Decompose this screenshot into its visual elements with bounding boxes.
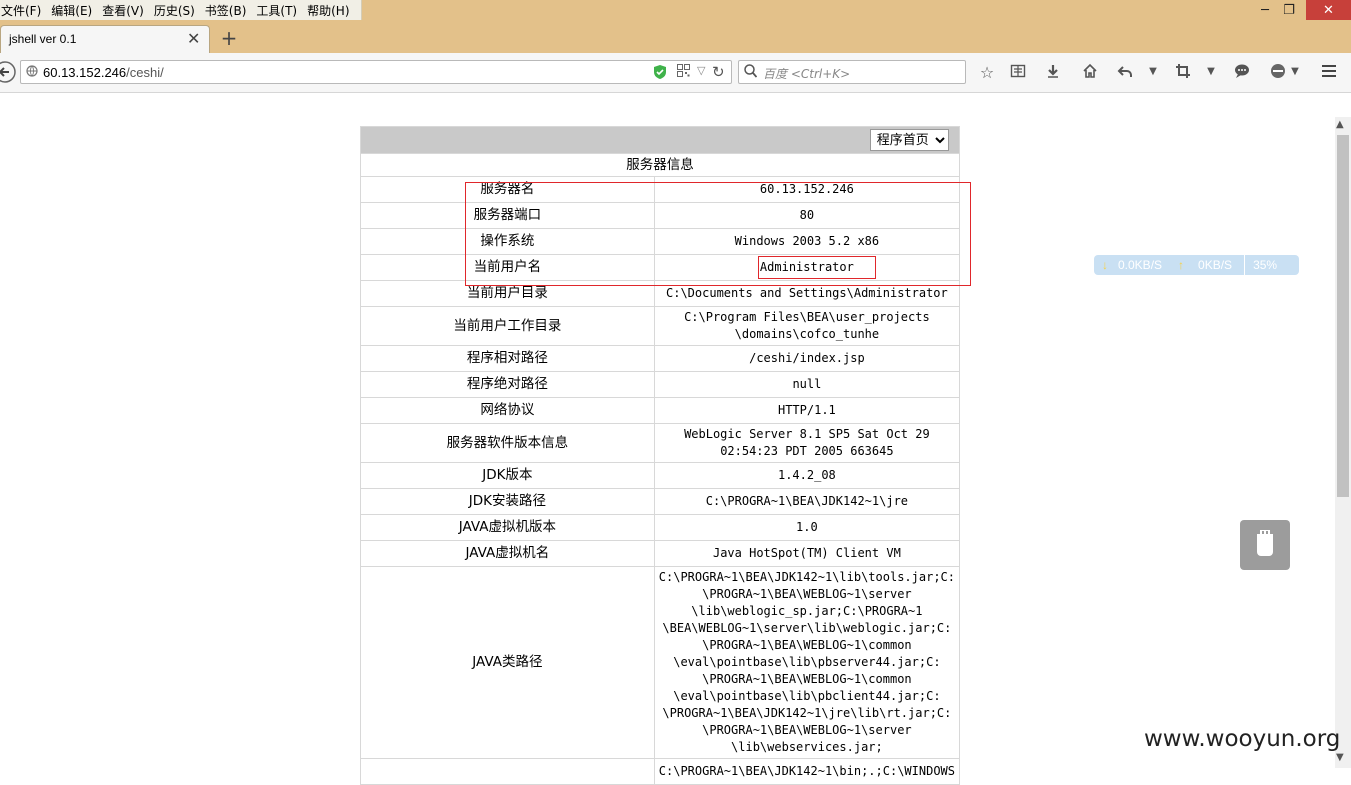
row-value: /ceshi/index.jsp: [653, 345, 961, 372]
table-header-row: 程序首页: [360, 126, 960, 154]
username-highlight-box: [758, 256, 876, 279]
url-bar[interactable]: 60.13.152.246/ceshi/ ▽ ↻: [20, 60, 732, 84]
qr-code-icon[interactable]: [677, 64, 690, 81]
row-label: JAVA类路径: [360, 566, 655, 759]
reader-list-icon[interactable]: [1007, 63, 1029, 83]
menu-item[interactable]: 帮助(H): [302, 2, 354, 19]
menu-item[interactable]: 工具(T): [251, 2, 302, 19]
reload-icon[interactable]: ↻: [712, 63, 725, 81]
table-title-row: 服务器信息: [360, 153, 960, 177]
row-label: JDK版本: [360, 462, 655, 489]
close-window-button[interactable]: ✕: [1306, 0, 1351, 20]
header-cell: 程序首页: [360, 126, 960, 154]
search-placeholder: 百度 <Ctrl+K>: [763, 67, 851, 81]
menu-bar: 文件(F) 编辑(E) 查看(V) 历史(S) 书签(B) 工具(T) 帮助(H): [0, 0, 362, 20]
usb-drive-icon: [1257, 530, 1273, 556]
row-value: C:\PROGRA~1\BEA\JDK142~1\lib\tools.jar;C…: [653, 566, 961, 759]
undo-dropdown-icon[interactable]: ▼: [1142, 66, 1164, 77]
menu-item[interactable]: 编辑(E): [46, 2, 97, 19]
row-value: 1.0: [653, 514, 961, 541]
section-title: 服务器信息: [360, 153, 960, 177]
url-host: 60.13.152.246: [43, 65, 127, 80]
row-value: Java HotSpot(TM) Client VM: [653, 540, 961, 567]
close-tab-icon[interactable]: ✕: [187, 29, 200, 48]
dropdown-triangle-icon[interactable]: ▽: [697, 64, 705, 77]
row-value: 1.4.2_08: [653, 462, 961, 489]
menu-item[interactable]: 文件(F): [0, 2, 46, 19]
table-row: 当前用户工作目录 C:\Program Files\BEA\user_projec…: [360, 306, 961, 346]
row-label: 程序绝对路径: [360, 371, 655, 398]
search-icon: [744, 64, 758, 82]
row-value: null: [653, 371, 961, 398]
download-icon[interactable]: [1042, 63, 1064, 83]
row-value: C:\Program Files\BEA\user_projects \doma…: [653, 306, 961, 346]
scroll-down-icon[interactable]: ▼: [1336, 752, 1344, 763]
row-label: JAVA虚拟机名: [360, 540, 655, 567]
page-select[interactable]: 程序首页: [869, 129, 949, 151]
usb-device-button[interactable]: [1240, 520, 1290, 570]
profile-dropdown-icon[interactable]: ▼: [1284, 66, 1306, 77]
browser-tab[interactable]: jshell ver 0.1 ✕: [0, 25, 210, 53]
crop-screenshot-icon[interactable]: [1172, 63, 1194, 83]
hamburger-menu-icon[interactable]: [1318, 63, 1340, 83]
navigation-bar: 60.13.152.246/ceshi/ ▽ ↻ 百度 <Ctrl+K> ☆ ▼…: [0, 53, 1351, 93]
network-speed-widget[interactable]: ↓ 0.0KB/S ↑ 0KB/S 35%: [1094, 255, 1299, 275]
download-speed: 0.0KB/S: [1118, 258, 1163, 272]
table-row: JDK安装路径 C:\PROGRA~1\BEA\JDK142~1\jre: [360, 488, 961, 515]
url-path: /ceshi/: [126, 65, 164, 80]
shield-check-icon[interactable]: [653, 64, 667, 80]
bookmark-star-icon[interactable]: ☆: [976, 63, 998, 82]
upload-speed: 0KB/S: [1198, 258, 1233, 272]
home-icon[interactable]: [1079, 63, 1101, 83]
table-row: 服务器软件版本信息 WebLogic Server 8.1 SP5 Sat Oct…: [360, 423, 961, 463]
scrollbar-thumb[interactable]: [1337, 135, 1349, 497]
table-row: 网络协议 HTTP/1.1: [360, 397, 961, 424]
chat-bubble-icon[interactable]: [1231, 63, 1253, 83]
upload-speed-icon: ↑: [1178, 258, 1185, 272]
menu-item[interactable]: 历史(S): [149, 2, 200, 19]
row-label: 当前用户工作目录: [360, 306, 655, 346]
watermark: www.wooyun.org: [1144, 726, 1341, 752]
table-row: JAVA虚拟机版本 1.0: [360, 514, 961, 541]
row-value: HTTP/1.1: [653, 397, 961, 424]
row-label: 网络协议: [360, 397, 655, 424]
search-bar[interactable]: 百度 <Ctrl+K>: [738, 60, 966, 84]
back-arrow-icon[interactable]: [0, 61, 16, 83]
globe-icon: [26, 65, 38, 80]
row-value: C:\PROGRA~1\BEA\JDK142~1\jre: [653, 488, 961, 515]
crop-dropdown-icon[interactable]: ▼: [1200, 66, 1222, 77]
menu-item[interactable]: 查看(V): [97, 2, 149, 19]
restore-button[interactable]: ❐: [1274, 0, 1304, 20]
highlight-box: [465, 182, 971, 286]
menu-item[interactable]: 书签(B): [200, 2, 252, 19]
tab-title: jshell ver 0.1: [9, 32, 77, 46]
row-label: [360, 758, 655, 785]
row-label: 服务器软件版本信息: [360, 423, 655, 463]
row-value: WebLogic Server 8.1 SP5 Sat Oct 29 02:54…: [653, 423, 961, 463]
table-row: 程序绝对路径 null: [360, 371, 961, 398]
new-tab-button[interactable]: +: [218, 26, 240, 50]
row-value: C:\PROGRA~1\BEA\JDK142~1\bin;.;C:\WINDOW…: [653, 758, 961, 785]
speed-percent: 35%: [1253, 258, 1278, 272]
table-row: C:\PROGRA~1\BEA\JDK142~1\bin;.;C:\WINDOW…: [360, 758, 961, 785]
row-label: 程序相对路径: [360, 345, 655, 372]
undo-close-tab-icon[interactable]: [1114, 63, 1136, 83]
table-row: JAVA类路径 C:\PROGRA~1\BEA\JDK142~1\lib\tool…: [360, 566, 961, 759]
row-label: JAVA虚拟机版本: [360, 514, 655, 541]
scroll-up-icon[interactable]: ▲: [1336, 119, 1344, 130]
url-text: 60.13.152.246/ceshi/: [43, 65, 164, 80]
row-label: JDK安装路径: [360, 488, 655, 515]
table-row: 程序相对路径/ceshi/index.jsp: [360, 345, 961, 372]
table-row: JAVA虚拟机名 Java HotSpot(TM) Client VM: [360, 540, 961, 567]
table-row: JDK版本 1.4.2_08: [360, 462, 961, 489]
download-speed-icon: ↓: [1102, 258, 1108, 272]
